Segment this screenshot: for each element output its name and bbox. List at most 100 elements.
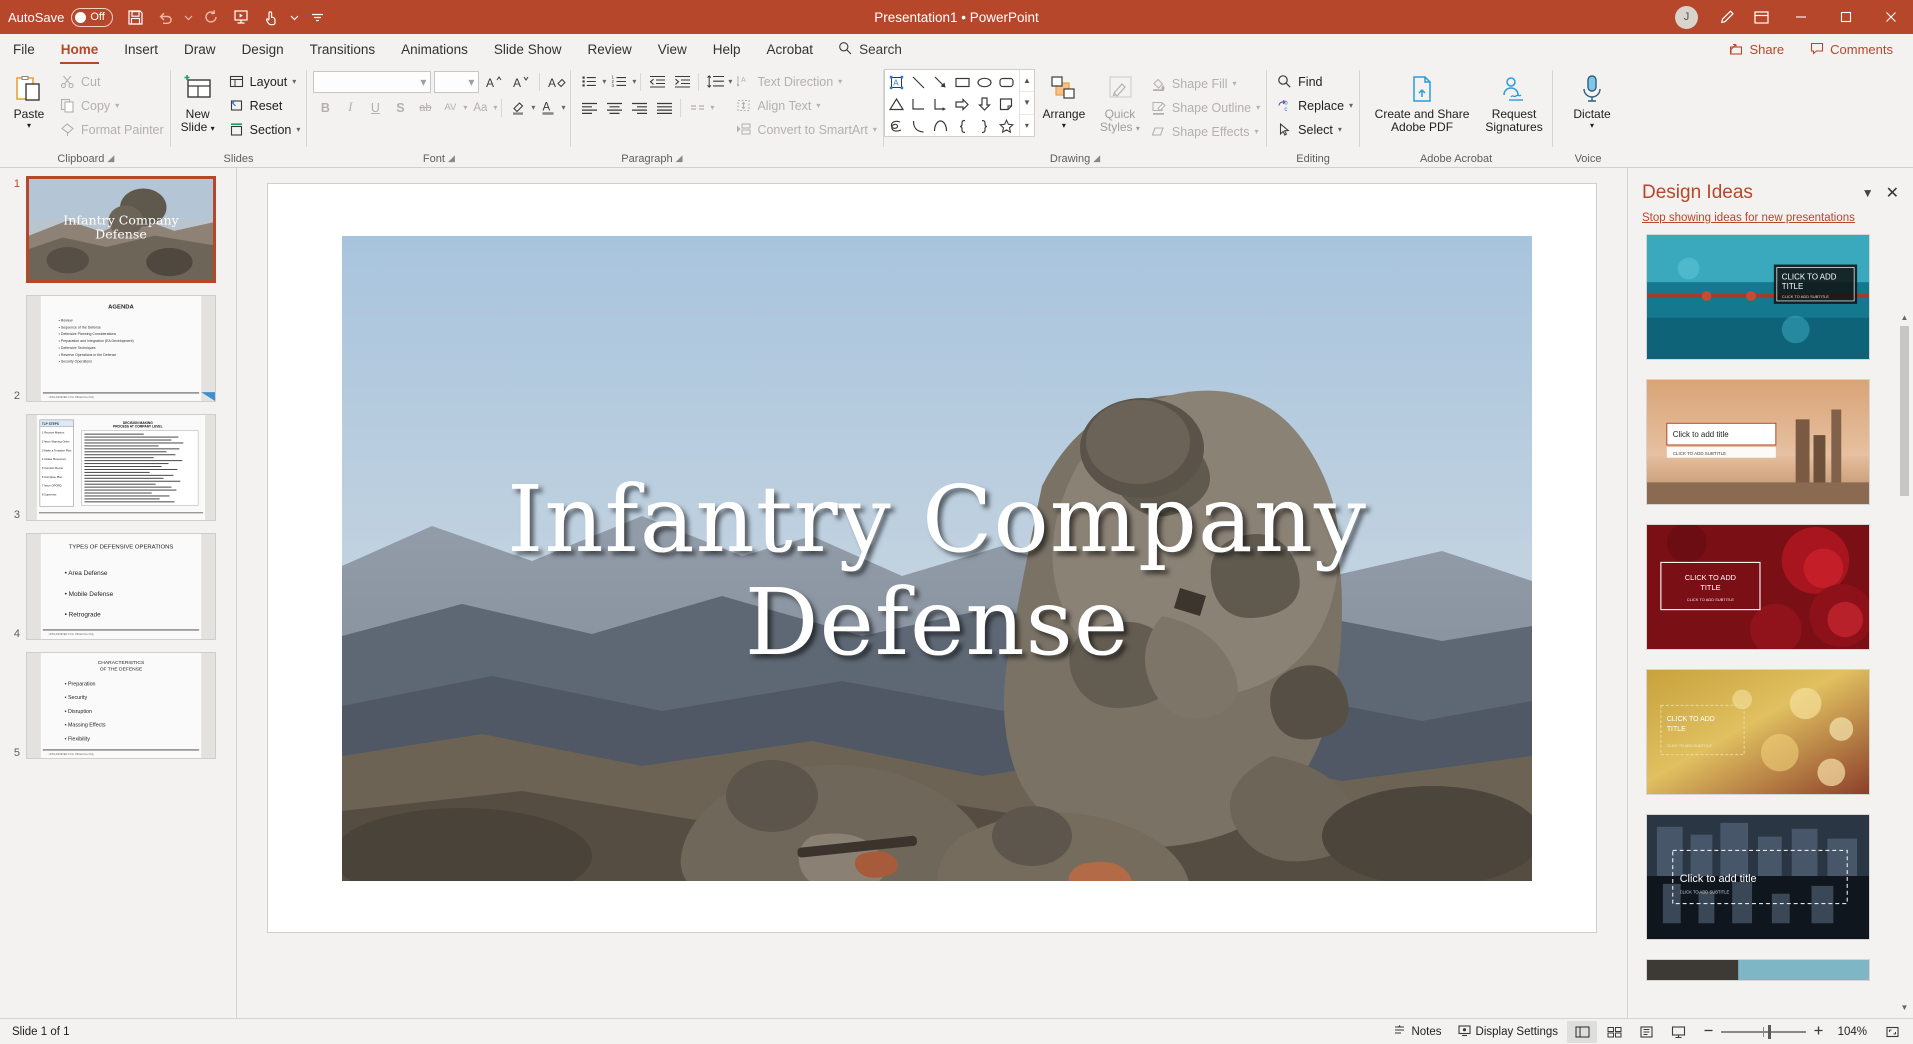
layout-button[interactable]: Layout ▾ xyxy=(225,70,307,93)
slide-thumbnail-5[interactable]: CHARACTERISTICS OF THE DEFENSE • Prepara… xyxy=(26,652,216,759)
thumbnail-item[interactable]: 3 TLP STEPS 1 Receive Mission 2 Issue Wa… xyxy=(0,414,236,521)
touch-mode-icon[interactable] xyxy=(257,4,285,30)
bold-button[interactable]: B xyxy=(313,96,337,119)
tab-home[interactable]: Home xyxy=(48,34,112,64)
slide-thumbnail-3[interactable]: TLP STEPS 1 Receive Mission 2 Issue Warn… xyxy=(26,414,216,521)
layout-dropdown-chevron-icon[interactable]: ▾ xyxy=(292,77,296,86)
clipboard-dialog-launcher-icon[interactable]: ◢ xyxy=(107,153,114,164)
save-icon[interactable] xyxy=(121,4,149,30)
thumbnail-item[interactable]: 2 AGENDA • Review • Sequence of the Defe… xyxy=(0,295,236,402)
share-button[interactable]: Share xyxy=(1719,37,1794,62)
elbow-connector-shape-icon[interactable] xyxy=(908,93,930,115)
zoom-slider-handle[interactable] xyxy=(1768,1024,1771,1039)
right-brace-shape-icon[interactable] xyxy=(974,115,996,137)
increase-indent-button[interactable] xyxy=(670,70,694,93)
font-dialog-launcher-icon[interactable]: ◢ xyxy=(448,153,455,164)
notes-button[interactable]: Notes xyxy=(1386,1021,1448,1043)
copy-dropdown-chevron-icon[interactable]: ▾ xyxy=(115,101,119,110)
comments-button[interactable]: Comments xyxy=(1800,37,1903,62)
ink-pen-icon[interactable] xyxy=(1710,0,1744,34)
strikethrough-button[interactable]: ab xyxy=(413,96,437,119)
slide-show-view-button[interactable] xyxy=(1663,1021,1693,1043)
format-painter-button[interactable]: Format Painter xyxy=(56,118,170,141)
select-button[interactable]: Select ▾ xyxy=(1273,118,1359,141)
tab-insert[interactable]: Insert xyxy=(111,34,171,64)
reset-button[interactable]: Reset xyxy=(225,94,307,117)
slide-editing-surface[interactable]: Infantry Company Defense xyxy=(268,184,1596,932)
left-brace-shape-icon[interactable] xyxy=(952,115,974,137)
tab-slide-show[interactable]: Slide Show xyxy=(481,34,575,64)
convert-to-smartart-button[interactable]: Convert to SmartArt ▾ xyxy=(732,118,882,141)
design-ideas-scroll-thumb[interactable] xyxy=(1900,326,1909,496)
undo-dropdown-chevron-icon[interactable] xyxy=(181,4,195,30)
drawing-dialog-launcher-icon[interactable]: ◢ xyxy=(1093,153,1100,164)
touch-mode-dropdown-chevron-icon[interactable] xyxy=(287,4,301,30)
right-arrow-shape-icon[interactable] xyxy=(952,93,974,115)
font-name-input[interactable]: ▾ xyxy=(313,70,432,93)
clear-formatting-button[interactable]: A xyxy=(546,70,570,93)
tab-view[interactable]: View xyxy=(645,34,700,64)
slide-thumbnail-pane[interactable]: 1 Infantry Company Defense 2 AGENDA • Re… xyxy=(0,168,237,1018)
design-ideas-scroll-up-icon[interactable]: ▲ xyxy=(1898,310,1911,324)
oval-shape-icon[interactable] xyxy=(974,71,996,93)
quick-styles-button[interactable]: Quick Styles ▾ xyxy=(1093,68,1147,134)
find-button[interactable]: Find xyxy=(1273,70,1359,93)
scribble-shape-icon[interactable] xyxy=(886,115,908,137)
idea-architecture[interactable]: Click to add title CLICK TO ADD SUBTITLE xyxy=(1646,814,1870,940)
shapes-more-icon[interactable]: ▾ xyxy=(1020,115,1034,136)
tab-acrobat[interactable]: Acrobat xyxy=(754,34,827,64)
zoom-in-button[interactable] xyxy=(1813,1025,1824,1039)
shapes-gallery[interactable]: A ▲ ▼ ▾ xyxy=(883,69,1035,137)
numbering-button[interactable]: 123 xyxy=(607,70,631,93)
character-spacing-button[interactable]: AV xyxy=(438,96,462,119)
down-arrow-shape-icon[interactable] xyxy=(974,93,996,115)
undo-icon[interactable] xyxy=(151,4,179,30)
line-spacing-button[interactable] xyxy=(703,70,727,93)
folded-corner-shape-icon[interactable] xyxy=(996,93,1018,115)
thumbnail-item[interactable]: 1 Infantry Company Defense xyxy=(0,176,236,283)
increase-font-size-button[interactable]: A xyxy=(482,70,506,93)
idea-gold-bokeh[interactable]: CLICK TO ADD TITLE CLICK TO ADD SUBTITLE xyxy=(1646,669,1870,795)
highlight-color-dropdown-chevron-icon[interactable]: ▾ xyxy=(531,103,535,112)
restore-button[interactable] xyxy=(1823,0,1868,34)
shape-effects-dropdown-chevron-icon[interactable]: ▾ xyxy=(1255,127,1259,136)
idea-teal-bokeh[interactable]: CLICK TO ADD TITLE CLICK TO ADD SUBTITLE xyxy=(1646,234,1870,360)
search-box[interactable]: Search xyxy=(826,34,914,64)
redo-icon[interactable] xyxy=(197,4,225,30)
request-signatures-button[interactable]: Request Signatures xyxy=(1476,68,1552,134)
underline-button[interactable]: U xyxy=(363,96,387,119)
design-ideas-dropdown-chevron-icon[interactable]: ▼ xyxy=(1854,186,1882,200)
align-text-button[interactable]: Align Text ▾ xyxy=(732,94,882,117)
tab-animations[interactable]: Animations xyxy=(388,34,481,64)
decrease-font-size-button[interactable]: A xyxy=(509,70,533,93)
reading-view-button[interactable] xyxy=(1631,1021,1661,1043)
replace-button[interactable]: bc Replace ▾ xyxy=(1273,94,1359,117)
columns-dropdown-chevron-icon[interactable]: ▾ xyxy=(710,103,714,112)
arc-shape-icon[interactable] xyxy=(930,115,952,137)
shape-outline-button[interactable]: Shape Outline ▾ xyxy=(1147,96,1266,119)
tab-help[interactable]: Help xyxy=(700,34,754,64)
text-highlight-color-button[interactable] xyxy=(506,96,530,119)
numbering-dropdown-chevron-icon[interactable]: ▾ xyxy=(632,77,636,86)
normal-view-button[interactable] xyxy=(1567,1020,1597,1043)
select-dropdown-chevron-icon[interactable]: ▾ xyxy=(1338,125,1342,134)
slide-title-text[interactable]: Infantry Company Defense xyxy=(342,468,1532,674)
zoom-out-button[interactable] xyxy=(1703,1025,1714,1039)
zoom-slider[interactable]: 104% xyxy=(1695,1024,1875,1039)
start-from-beginning-icon[interactable] xyxy=(227,4,255,30)
columns-button[interactable] xyxy=(685,96,709,119)
stop-showing-ideas-link[interactable]: Stop showing ideas for new presentations xyxy=(1628,204,1913,224)
shape-fill-dropdown-chevron-icon[interactable]: ▾ xyxy=(1233,79,1237,88)
avatar[interactable]: J xyxy=(1675,5,1698,29)
text-direction-dropdown-chevron-icon[interactable]: ▾ xyxy=(838,77,842,86)
align-center-button[interactable] xyxy=(602,96,626,119)
arrow-shape-icon[interactable] xyxy=(930,71,952,93)
shapes-gallery-scrollbar[interactable]: ▲ ▼ ▾ xyxy=(1018,70,1034,136)
create-and-share-adobe-pdf-button[interactable]: Create and Share Adobe PDF xyxy=(1368,68,1476,134)
tab-draw[interactable]: Draw xyxy=(171,34,229,64)
tab-file[interactable]: File xyxy=(0,34,48,64)
tab-review[interactable]: Review xyxy=(574,34,644,64)
new-slide-dropdown-chevron-icon[interactable]: ▾ xyxy=(211,124,215,133)
new-slide-button[interactable]: New Slide ▾ xyxy=(171,68,225,134)
close-button[interactable] xyxy=(1868,0,1913,34)
